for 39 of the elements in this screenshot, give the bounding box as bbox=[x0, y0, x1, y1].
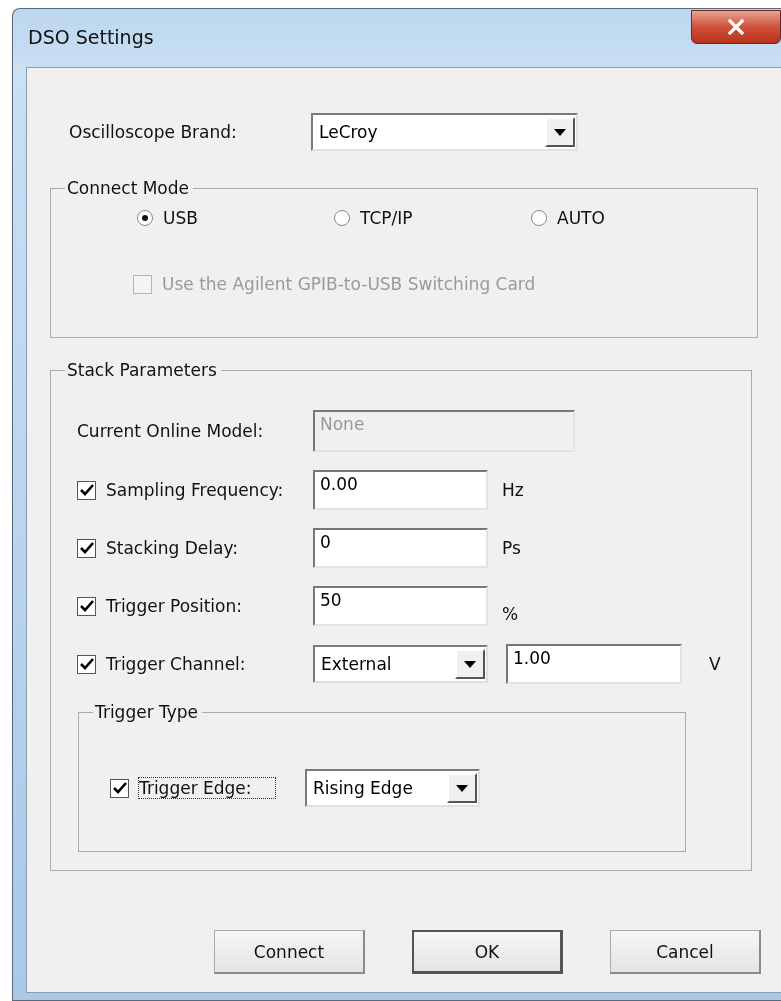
unit-label: V bbox=[709, 654, 721, 674]
checkbox-label: Trigger Edge: bbox=[139, 778, 275, 798]
checkbox-label: Stacking Delay: bbox=[106, 538, 239, 558]
group-title: Trigger Type bbox=[94, 702, 200, 722]
input-field[interactable]: 0 bbox=[313, 528, 488, 568]
radio-button[interactable] bbox=[334, 210, 350, 226]
input-field[interactable]: 1.00 bbox=[506, 644, 682, 684]
brand-dropdown[interactable]: LeCroy bbox=[311, 113, 578, 151]
unit-label: Hz bbox=[502, 480, 524, 500]
input-field[interactable]: 50 bbox=[313, 586, 488, 626]
radio-label: USB bbox=[163, 208, 198, 228]
checkbox[interactable] bbox=[110, 778, 129, 798]
radio-button[interactable] bbox=[531, 210, 547, 226]
brand-label: Oscilloscope Brand: bbox=[69, 122, 238, 142]
field-label: Current Online Model: bbox=[77, 421, 265, 441]
checkbox[interactable] bbox=[77, 538, 96, 558]
dialog-button[interactable]: Connect bbox=[214, 930, 365, 974]
checkbox[interactable] bbox=[77, 596, 96, 616]
unit-label: % bbox=[502, 604, 519, 624]
checkbox[interactable] bbox=[77, 480, 96, 500]
input-field[interactable]: 0.00 bbox=[313, 470, 488, 510]
window-title: DSO Settings bbox=[27, 26, 154, 48]
radio-label: TCP/IP bbox=[360, 208, 413, 228]
dialog-button[interactable]: Cancel bbox=[610, 930, 761, 974]
checkbox-label: Trigger Position: bbox=[106, 596, 243, 616]
unit-label: Ps bbox=[502, 538, 521, 558]
close-button[interactable] bbox=[691, 10, 781, 44]
radio-label: AUTO bbox=[557, 208, 605, 228]
radio-button[interactable] bbox=[137, 210, 153, 226]
dialog-button[interactable]: OK bbox=[412, 930, 563, 974]
channel-dropdown[interactable]: External bbox=[313, 645, 488, 683]
checkbox-label: Trigger Channel: bbox=[106, 654, 247, 674]
group-title: Stack Parameters bbox=[66, 360, 218, 380]
checkbox[interactable] bbox=[77, 654, 96, 674]
edge-dropdown[interactable]: Rising Edge bbox=[305, 769, 480, 807]
close-icon bbox=[727, 19, 745, 35]
group-title: Connect Mode bbox=[66, 178, 190, 198]
checkbox-label: Use the Agilent GPIB-to-USB Switching Card bbox=[162, 274, 536, 294]
checkbox-label: Sampling Frequency: bbox=[106, 480, 285, 500]
